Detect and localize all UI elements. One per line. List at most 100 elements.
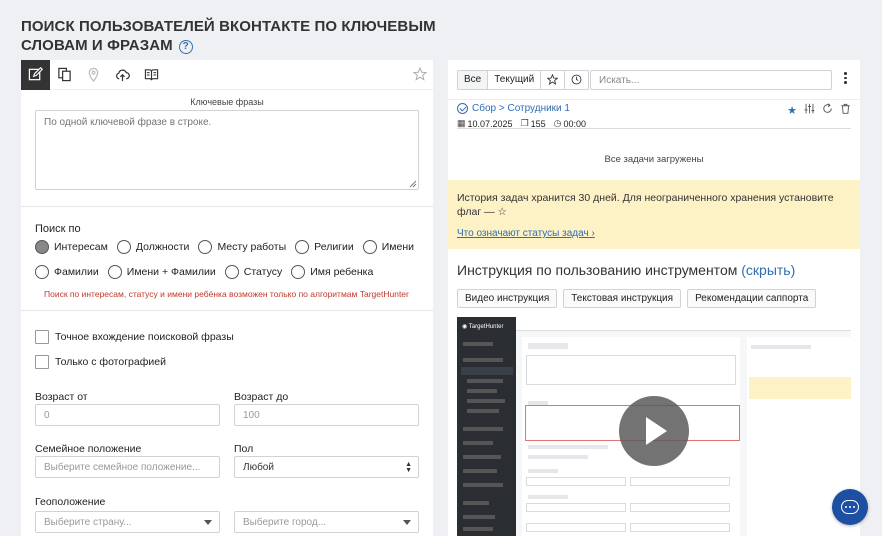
radio-circle [198,240,213,254]
support-recommendations-button[interactable]: Рекомендации саппорта [687,289,817,308]
marital-select[interactable]: Выберите семейное положение... [35,456,220,478]
keywords-label: Ключевые фразы [190,97,264,107]
radio-label: Имя ребенка [310,266,374,278]
instructions-title: Инструкция по пользованию инструментом (… [457,262,796,278]
video-thumbnail-sidebar: ◉ TargetHunter [457,317,516,536]
location-pin-icon [88,67,99,82]
task-filter: Все Текущий [457,69,590,90]
tasks-panel: Все Текущий Искать... Сбор > Сотрудники … [448,60,860,536]
radio-circle [291,265,306,279]
task-title[interactable]: Сбор > Сотрудники 1 [457,103,570,114]
geo-tab[interactable] [79,60,108,90]
radio-label: Религии [314,241,354,253]
help-icon[interactable]: ? [178,40,193,54]
radio-circle [224,265,239,279]
radio-circle [35,240,49,254]
keywords-textarea[interactable] [35,110,419,190]
radio-religion[interactable]: Религии [295,240,354,254]
exact-match-checkbox[interactable]: Точное вхождение поисковой фразы [35,330,234,344]
radio-workplace[interactable]: Месту работы [198,240,286,254]
task-title-text: Сбор > Сотрудники 1 [472,103,570,114]
video-thumbnail-topbar [516,317,851,331]
copy-icon [58,67,71,82]
radio-label: Интересам [54,241,108,253]
task-count: 155 [530,118,546,129]
search-by-row-1: Интересам Должности Месту работы Религии… [35,240,423,254]
all-tasks-loaded: Все задачи загружены [604,154,704,165]
age-from-input[interactable]: 0 [35,404,220,426]
radio-child-name[interactable]: Имя ребенка [291,265,373,279]
checkbox-label: Точное вхождение поисковой фразы [55,331,234,343]
resize-handle-icon[interactable] [409,180,417,188]
refresh-icon[interactable] [822,103,833,117]
search-warning: Поиск по интересам, статусу и имени ребё… [44,289,409,299]
chat-support-button[interactable] [832,489,868,525]
radio-name[interactable]: Имени [362,240,414,254]
guide-tab[interactable] [137,60,166,90]
task-meta: ▦ 10.07.2025 ❐ 155 ◷ 00:00 [457,118,586,129]
radio-label: Должности [135,241,190,253]
divider [21,310,433,311]
favorite-toggle[interactable] [412,66,428,86]
task-row[interactable]: Сбор > Сотрудники 1 ▦ 10.07.2025 ❐ 155 ◷ 00… [457,103,851,129]
video-logo: ◉ TargetHunter [462,324,504,330]
star-filled-icon[interactable]: ★ [787,104,797,117]
video-player[interactable]: ◉ TargetHunter [457,317,851,536]
radio-name-surname[interactable]: Имени + Фамилии [107,265,216,279]
filter-all[interactable]: Все [458,70,489,89]
age-to-input[interactable]: 100 [234,404,419,426]
text-instruction-button[interactable]: Текстовая инструкция [563,289,682,308]
copy-tab[interactable] [50,60,79,90]
radio-status[interactable]: Статусу [224,265,283,279]
task-date: 10.07.2025 [467,118,513,129]
video-instruction-button[interactable]: Видео инструкция [457,289,558,308]
filter-current[interactable]: Текущий [488,70,542,89]
radio-surname[interactable]: Фамилии [35,265,99,279]
edit-tab[interactable] [21,60,50,90]
more-menu-icon[interactable] [844,72,848,86]
star-outline-icon [547,74,559,85]
book-icon [144,69,159,81]
timer-icon: ◷ [553,118,562,128]
divider [21,206,433,207]
chat-bubble-icon [841,500,859,514]
star-outline-icon [412,66,428,81]
filter-history[interactable] [565,71,588,89]
cloud-upload-icon [116,69,130,82]
chevron-down-icon [204,520,212,525]
clock-icon [571,74,582,85]
radio-circle [116,240,131,254]
radio-label: Статусу [243,266,283,278]
radio-circle [295,240,310,254]
filter-favorites[interactable] [541,70,566,89]
gender-value: Любой [243,461,274,473]
country-placeholder: Выберите страну... [44,516,132,528]
radio-label: Имени + Фамилии [126,266,216,278]
gender-select[interactable]: Любой ▲ ▼ [234,456,419,478]
sliders-icon[interactable] [804,103,815,117]
task-search-input[interactable]: Искать... [590,70,832,90]
check-circle-icon [457,103,468,114]
radio-interests[interactable]: Интересам [35,240,108,254]
trash-icon[interactable] [840,103,851,117]
task-duration: 00:00 [563,118,587,129]
search-by-title: Поиск по [35,223,81,235]
city-placeholder: Выберите город... [243,516,327,528]
radio-position[interactable]: Должности [116,240,190,254]
task-status-link[interactable]: Что означают статусы задач › [457,228,595,239]
marital-label: Семейное положение [35,443,142,455]
marital-placeholder: Выберите семейное положение... [44,461,201,473]
play-icon[interactable] [619,396,689,466]
with-photo-checkbox[interactable]: Только с фотографией [35,355,166,369]
task-actions: ★ [780,103,851,117]
chevron-down-icon [403,520,411,525]
document-icon: ❐ [520,118,529,128]
upload-tab[interactable] [108,60,137,90]
chevron-right-icon: › [591,228,595,239]
search-form-panel: Ключевые фразы Поиск по Интересам Должно… [21,60,433,536]
calendar-icon: ▦ [457,118,466,128]
country-select[interactable]: Выберите страну... [35,511,220,533]
city-select[interactable]: Выберите город... [234,511,419,533]
geo-label: Геоположение [35,496,106,508]
hide-instructions-link[interactable]: (скрыть) [741,262,795,278]
